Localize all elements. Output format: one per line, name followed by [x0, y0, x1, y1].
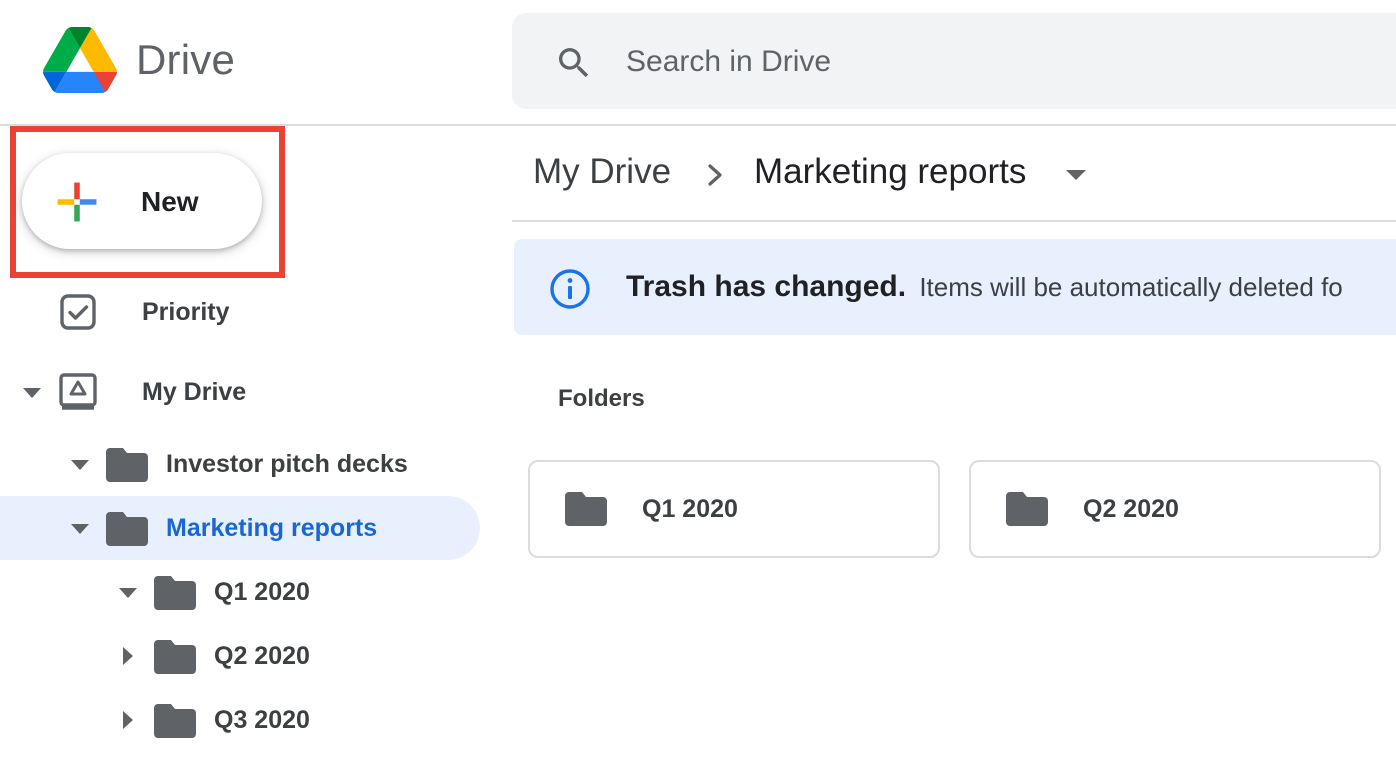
folder-icon — [106, 448, 148, 482]
tree-item-label: Q1 2020 — [214, 578, 310, 606]
folder-icon — [154, 576, 196, 610]
info-icon — [550, 269, 590, 309]
breadcrumb-divider — [512, 220, 1396, 222]
caret-down-icon[interactable] — [70, 455, 90, 475]
caret-down-icon[interactable] — [22, 383, 42, 403]
my-drive-icon — [59, 373, 97, 410]
new-button-label: New — [141, 186, 199, 217]
tree-item-label: Q3 2020 — [214, 706, 310, 734]
folder-icon — [1006, 492, 1048, 526]
caret-down-icon[interactable] — [1064, 167, 1088, 183]
banner-message: Trash has changed. Items will be automat… — [626, 270, 1343, 304]
tree-item-label: Marketing reports — [166, 514, 378, 542]
caret-right-icon[interactable] — [118, 710, 138, 730]
search-input[interactable] — [626, 38, 1386, 86]
banner-body: Items will be automatically deleted fo — [919, 272, 1343, 302]
search-icon[interactable] — [554, 43, 594, 83]
top-header: Drive — [0, 0, 1396, 126]
app-title: Drive — [136, 36, 236, 83]
folder-icon — [154, 640, 196, 674]
tree-item-label: Investor pitch decks — [166, 450, 408, 478]
folder-card-label: Q1 2020 — [642, 495, 738, 523]
folder-icon — [565, 492, 607, 526]
tree-item-label: Q2 2020 — [214, 642, 310, 670]
folder-card-label: Q2 2020 — [1083, 495, 1179, 523]
folders-section-title: Folders — [558, 385, 645, 412]
breadcrumb-current[interactable]: Marketing reports — [754, 152, 1026, 192]
banner-title: Trash has changed. — [626, 270, 907, 303]
breadcrumb-root[interactable]: My Drive — [533, 152, 671, 192]
caret-right-icon[interactable] — [118, 646, 138, 666]
caret-down-icon[interactable] — [118, 583, 138, 603]
sidebar-item-priority-label: Priority — [142, 298, 230, 326]
sidebar-item-my-drive-label: My Drive — [142, 378, 247, 406]
caret-down-icon[interactable] — [70, 519, 90, 539]
plus-icon — [57, 182, 97, 222]
drive-logo-icon[interactable] — [42, 27, 118, 93]
folder-icon — [154, 704, 196, 738]
priority-check-icon — [60, 294, 96, 330]
chevron-right-icon — [708, 164, 722, 186]
folder-icon — [106, 512, 148, 546]
